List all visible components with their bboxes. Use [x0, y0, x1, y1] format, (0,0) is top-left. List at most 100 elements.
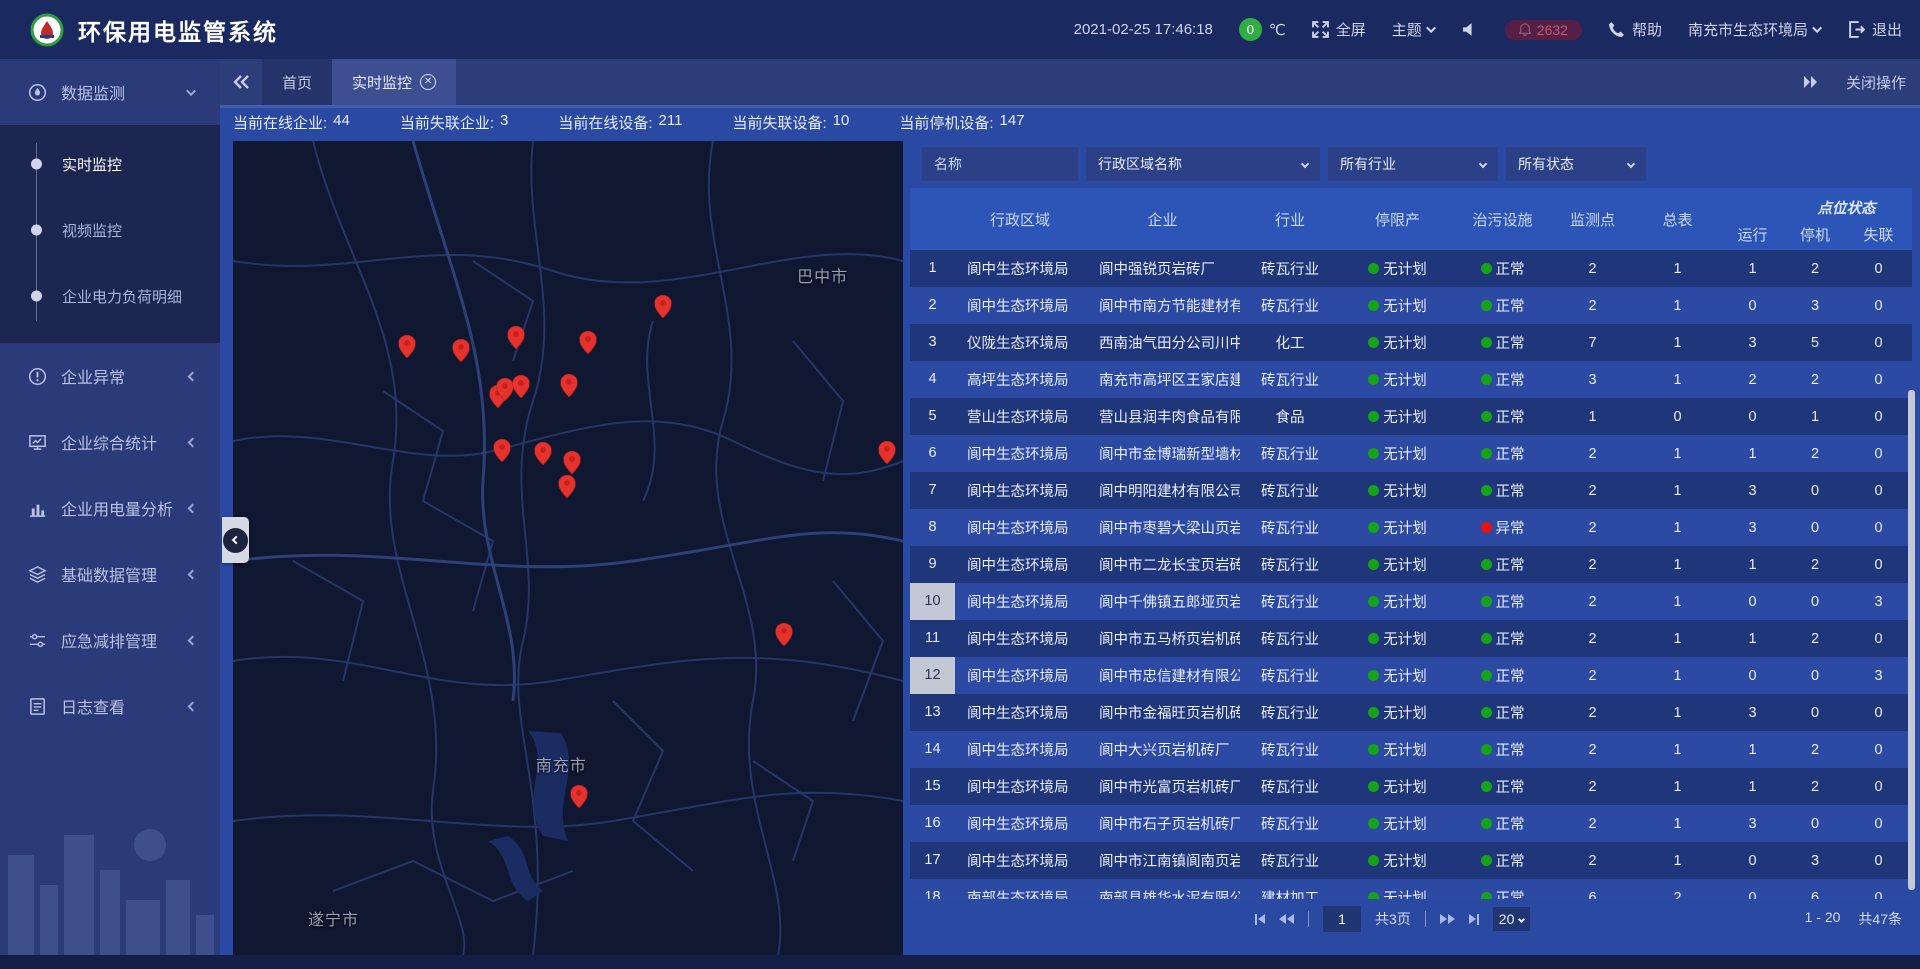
map-pin[interactable] [494, 439, 511, 462]
map-pin[interactable] [513, 375, 530, 398]
table-row[interactable]: 6 阆中生态环境局 阆中市金博瑞新型墙材 砖瓦行业 无计划 正常 2 1 1 2… [910, 435, 1912, 472]
status-dot-green [1368, 818, 1379, 829]
table-row[interactable]: 18 南部生态环境局 南部县雄华水泥有限公 建材加工 无计划 正常 6 2 0 … [910, 879, 1912, 899]
page-size-select[interactable]: 20 [1493, 907, 1531, 931]
tab-close-icon[interactable]: ✕ [420, 74, 436, 90]
row-run: 0 [1720, 890, 1785, 900]
chevron-left-icon [188, 569, 198, 579]
map-pin[interactable] [655, 295, 672, 318]
table-row[interactable]: 2 阆中生态环境局 阆中市南方节能建材有 砖瓦行业 无计划 正常 2 1 0 3… [910, 287, 1912, 324]
exit-icon [1848, 21, 1865, 38]
sidebar-item-data-monitor[interactable]: 数据监测 [0, 59, 220, 125]
tab-home[interactable]: 首页 [262, 59, 332, 105]
map-panel[interactable]: 巴中市南充市遂宁市 [233, 141, 903, 955]
map-pin[interactable] [497, 378, 514, 401]
table-row[interactable]: 17 阆中生态环境局 阆中市江南镇阆南页岩 砖瓦行业 无计划 正常 2 1 0 … [910, 842, 1912, 879]
collapse-circle [223, 528, 248, 553]
row-meters: 1 [1635, 483, 1720, 499]
scrollbar-thumb[interactable] [1908, 390, 1915, 890]
logout-button[interactable]: 退出 [1848, 19, 1902, 40]
org-dropdown[interactable]: 南充市生态环境局 [1688, 19, 1822, 40]
location-pin-icon [497, 378, 514, 401]
theme-dropdown[interactable]: 主题 [1392, 19, 1436, 40]
name-filter-input[interactable] [922, 147, 1078, 181]
sound-button[interactable] [1462, 21, 1479, 38]
row-points: 2 [1550, 779, 1635, 795]
status-dot-green [1368, 448, 1379, 459]
row-industry: 食品 [1240, 406, 1340, 427]
table-row[interactable]: 12 阆中生态环境局 阆中市忠信建材有限公 砖瓦行业 无计划 正常 2 1 0 … [910, 657, 1912, 694]
help-button[interactable]: 帮助 [1608, 19, 1662, 40]
table-row[interactable]: 16 阆中生态环境局 阆中市石子页岩机砖厂 砖瓦行业 无计划 正常 2 1 3 … [910, 805, 1912, 842]
map-pin[interactable] [580, 331, 597, 354]
map-pin[interactable] [507, 326, 524, 349]
table-row[interactable]: 1 阆中生态环境局 阆中强锐页岩砖厂 砖瓦行业 无计划 正常 2 1 1 2 0 [910, 250, 1912, 287]
close-operations-button[interactable]: 关闭操作 [1846, 72, 1906, 93]
row-stop: 6 [1785, 890, 1845, 900]
table-row[interactable]: 8 阆中生态环境局 阆中市枣碧大梁山页岩 砖瓦行业 无计划 异常 2 1 3 0… [910, 509, 1912, 546]
map-pin[interactable] [571, 785, 588, 808]
filter-bar: 行政区域名称 所有行业 所有状态 [922, 147, 1646, 181]
map-pin[interactable] [564, 451, 581, 474]
sidebar-item-power-analysis[interactable]: 企业用电量分析 [0, 475, 220, 541]
row-index: 18 [910, 879, 955, 899]
row-index: 17 [910, 842, 955, 879]
row-lost: 0 [1845, 705, 1912, 721]
row-facility-status: 正常 [1455, 369, 1550, 390]
sidebar-item-base-data[interactable]: 基础数据管理 [0, 541, 220, 607]
sidebar-item-realtime-monitor[interactable]: 实时监控 [0, 131, 220, 197]
region-filter-select[interactable]: 行政区域名称 [1086, 147, 1320, 181]
industry-filter-select[interactable]: 所有行业 [1328, 147, 1498, 181]
row-stop: 0 [1785, 668, 1845, 684]
sidebar-item-enterprise-abnormal[interactable]: 企业异常 [0, 343, 220, 409]
next-page-button[interactable] [1440, 914, 1455, 924]
row-run: 3 [1720, 335, 1785, 351]
row-stop: 0 [1785, 520, 1845, 536]
sidebar-item-enterprise-stats[interactable]: 企业综合统计 [0, 409, 220, 475]
row-run: 3 [1720, 483, 1785, 499]
stat-value: 211 [659, 112, 683, 133]
map-pin[interactable] [559, 475, 576, 498]
last-page-button[interactable] [1469, 914, 1479, 925]
table-row[interactable]: 4 高坪生态环境局 南充市高坪区王家店建 砖瓦行业 无计划 正常 3 1 2 2… [910, 361, 1912, 398]
map-pin[interactable] [535, 442, 552, 465]
table-row[interactable]: 3 仪陇生态环境局 西南油气田分公司川中 化工 无计划 正常 7 1 3 5 0 [910, 324, 1912, 361]
row-industry: 砖瓦行业 [1240, 665, 1340, 686]
status-filter-select[interactable]: 所有状态 [1506, 147, 1646, 181]
map-pin[interactable] [560, 374, 577, 397]
tabs-scroll-left-button[interactable] [220, 59, 262, 105]
prev-page-button[interactable] [1279, 914, 1294, 924]
fullscreen-button[interactable]: 全屏 [1312, 19, 1366, 40]
map-pin[interactable] [452, 339, 469, 362]
double-right-icon[interactable] [1802, 75, 1820, 89]
sidebar-item-video-monitor[interactable]: 视频监控 [0, 197, 220, 263]
stat-value: 147 [1000, 112, 1025, 133]
tab-realtime-monitor[interactable]: 实时监控 ✕ [332, 59, 456, 105]
row-region: 阆中生态环境局 [955, 295, 1085, 316]
row-lost: 0 [1845, 372, 1912, 388]
table-row[interactable]: 11 阆中生态环境局 阆中市五马桥页岩机砖 砖瓦行业 无计划 正常 2 1 1 … [910, 620, 1912, 657]
sidebar-item-power-load-detail[interactable]: 企业电力负荷明细 [0, 263, 220, 329]
first-page-button[interactable] [1255, 914, 1265, 925]
map-pin[interactable] [776, 623, 793, 646]
chevron-left-icon [188, 437, 198, 447]
map-pin[interactable] [878, 441, 895, 464]
sidebar-item-emergency[interactable]: 应急减排管理 [0, 607, 220, 673]
table-scrollbar[interactable] [1908, 250, 1915, 899]
stat-item: 当前失联企业: 3 [400, 112, 509, 133]
page-number-input[interactable]: 1 [1323, 906, 1361, 932]
row-run: 1 [1720, 631, 1785, 647]
table-row[interactable]: 13 阆中生态环境局 阆中市金福旺页岩机砖 砖瓦行业 无计划 正常 2 1 3 … [910, 694, 1912, 731]
table-row[interactable]: 5 营山生态环境局 营山县润丰肉食品有限 食品 无计划 正常 1 0 0 1 0 [910, 398, 1912, 435]
table-row[interactable]: 9 阆中生态环境局 阆中市二龙长宝页岩砖 砖瓦行业 无计划 正常 2 1 1 2… [910, 546, 1912, 583]
bottom-strip [0, 955, 1920, 969]
table-row[interactable]: 7 阆中生态环境局 阆中明阳建材有限公司 砖瓦行业 无计划 正常 2 1 3 0… [910, 472, 1912, 509]
panel-collapse-button[interactable] [222, 517, 249, 563]
map-pin[interactable] [399, 335, 416, 358]
table-row[interactable]: 10 阆中生态环境局 阆中千佛镇五郎垭页岩 砖瓦行业 无计划 正常 2 1 0 … [910, 583, 1912, 620]
row-stop: 0 [1785, 594, 1845, 610]
table-row[interactable]: 15 阆中生态环境局 阆中市光富页岩机砖厂 砖瓦行业 无计划 正常 2 1 1 … [910, 768, 1912, 805]
table-row[interactable]: 14 阆中生态环境局 阆中大兴页岩机砖厂 砖瓦行业 无计划 正常 2 1 1 2… [910, 731, 1912, 768]
notification-button[interactable]: 2632 [1505, 20, 1582, 40]
sidebar-item-logs[interactable]: 日志查看 [0, 673, 220, 739]
